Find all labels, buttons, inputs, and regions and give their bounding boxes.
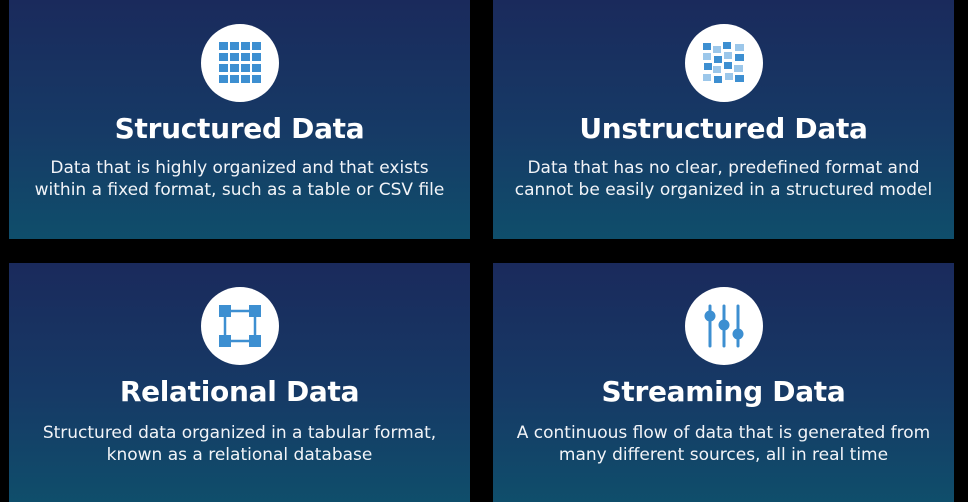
card-streaming-data: Streaming Data A continuous flow of data…: [493, 263, 954, 502]
card-title: Structured Data: [114, 112, 365, 145]
sliders-icon: [704, 304, 743, 348]
card-structured-data: Structured Data Data that is highly orga…: [9, 0, 470, 239]
description-line: Data that is highly organized and that e…: [50, 158, 429, 178]
card-title: Unstructured Data: [579, 112, 868, 145]
icon-badge: [200, 287, 279, 365]
scattered-blocks-icon: [702, 42, 744, 83]
card-unstructured-data: Unstructured Data Data that has no clear…: [493, 0, 954, 239]
icon-badge: [684, 287, 763, 365]
card-relational-data: Relational Data Structured data organize…: [9, 263, 470, 502]
card-description: A continuous flow of data that is genera…: [513, 422, 934, 466]
description-line: many different sources, all in real time: [558, 445, 889, 465]
card-title: Streaming Data: [601, 375, 846, 408]
description-line: Structured data organized in a tabular f…: [42, 423, 437, 443]
card-description: Structured data organized in a tabular f…: [29, 422, 450, 466]
icon-badge: [684, 24, 763, 102]
description-line: within a fixed format, such as a table o…: [34, 180, 445, 200]
card-description: Data that has no clear, predefined forma…: [513, 157, 934, 201]
description-line: Data that has no clear, predefined forma…: [527, 158, 920, 178]
description-line: cannot be easily organized in a structur…: [514, 180, 933, 200]
description-line: A continuous flow of data that is genera…: [516, 423, 931, 443]
card-title: Relational Data: [119, 375, 360, 408]
description-line: known as a relational database: [106, 445, 373, 465]
grid-table-icon: [218, 42, 261, 83]
connected-nodes-icon: [218, 305, 261, 347]
icon-badge: [200, 24, 279, 102]
card-description: Data that is highly organized and that e…: [29, 157, 450, 201]
